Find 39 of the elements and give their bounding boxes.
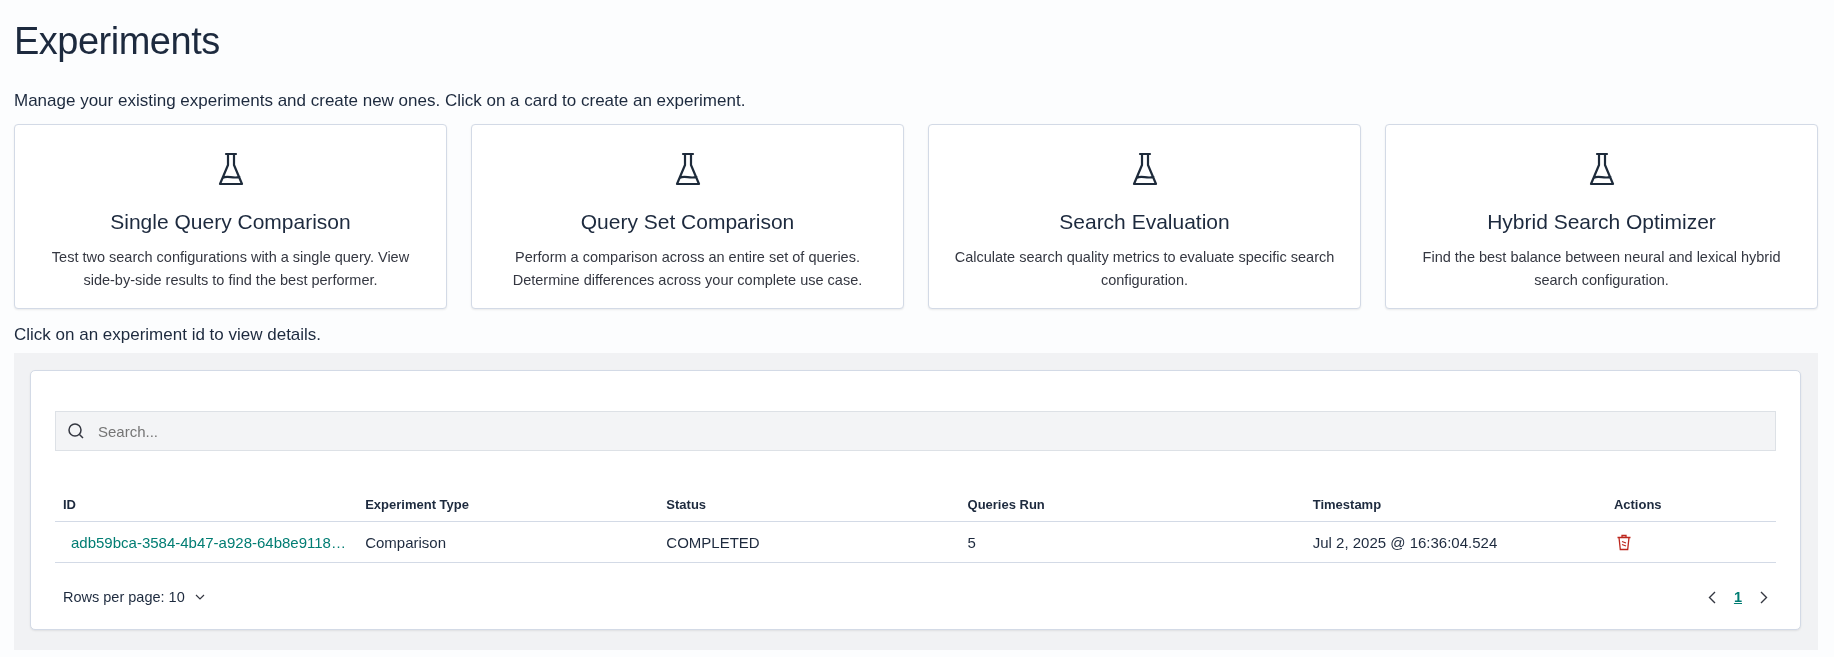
page-title: Experiments: [14, 19, 221, 63]
column-header: Queries Run: [966, 496, 1046, 512]
flask-icon: [673, 152, 702, 188]
page-link[interactable]: 1: [1733, 589, 1742, 605]
experiment-card[interactable]: Search Evaluation Calculate search quality metrics to evaluate specific search configuration.: [928, 124, 1361, 309]
delete-button[interactable]: [1615, 533, 1632, 551]
table-cell-text: COMPLETED: [665, 533, 761, 551]
card-text: Find the best balance between neural and lexical hybrid search configuration.: [1421, 248, 1782, 290]
chevron-down-icon: [194, 594, 205, 600]
experiment-card[interactable]: Query Set Comparison Perform a comparison across an entire set of queries. Determine differences across your complete use case.: [471, 124, 904, 309]
card-title: Search Evaluation: [1059, 210, 1230, 234]
table-cell-text: Jul 2, 2025 @ 16:36:04.524: [1311, 533, 1499, 551]
card-text: Calculate search quality metrics to evaluate specific search configuration.: [953, 248, 1336, 290]
search-field[interactable]: Search...: [55, 411, 1776, 451]
column-header: Timestamp: [1311, 496, 1383, 512]
experiment-id-link[interactable]: adb59bca-3584-4b47-a928-64b8e9118…: [63, 533, 346, 551]
page-description: Manage your existing experiments and create new ones. Click on a card to create an experiment.: [14, 91, 747, 111]
trash-icon: [1615, 533, 1632, 551]
experiment-card[interactable]: Single Query Comparison Test two search configurations with a single query. View side-by-side results to find the best performer.: [14, 124, 447, 309]
table-cell-text: 5: [966, 533, 977, 551]
rows-per-page-dropdown[interactable]: Rows per page: 10: [55, 589, 205, 605]
flask-icon: [1130, 152, 1159, 188]
card-text: Test two search configurations with a single query. View side-by-side results to find the best performer.: [50, 248, 411, 290]
column-header: ID: [62, 496, 77, 512]
column-header: Experiment Type: [364, 496, 470, 512]
card-text: Perform a comparison across an entire set of queries. Determine differences across your complete use case.: [511, 248, 864, 290]
table-hint: Click on an experiment id to view details.: [14, 325, 323, 345]
experiment-card[interactable]: Hybrid Search Optimizer Find the best balance between neural and lexical hybrid search configuration.: [1385, 124, 1818, 309]
search-icon: [67, 422, 85, 440]
column-header: Status: [665, 496, 708, 512]
chevron-left-icon[interactable]: [1707, 590, 1716, 604]
flask-icon: [216, 152, 245, 188]
card-title: Single Query Comparison: [110, 210, 351, 234]
flask-icon: [1587, 152, 1616, 188]
table-cell-text: Comparison: [364, 533, 448, 551]
card-title: Hybrid Search Optimizer: [1487, 210, 1716, 234]
column-header: Actions: [1612, 496, 1663, 512]
card-title: Query Set Comparison: [580, 210, 795, 234]
chevron-right-icon[interactable]: [1760, 590, 1768, 604]
